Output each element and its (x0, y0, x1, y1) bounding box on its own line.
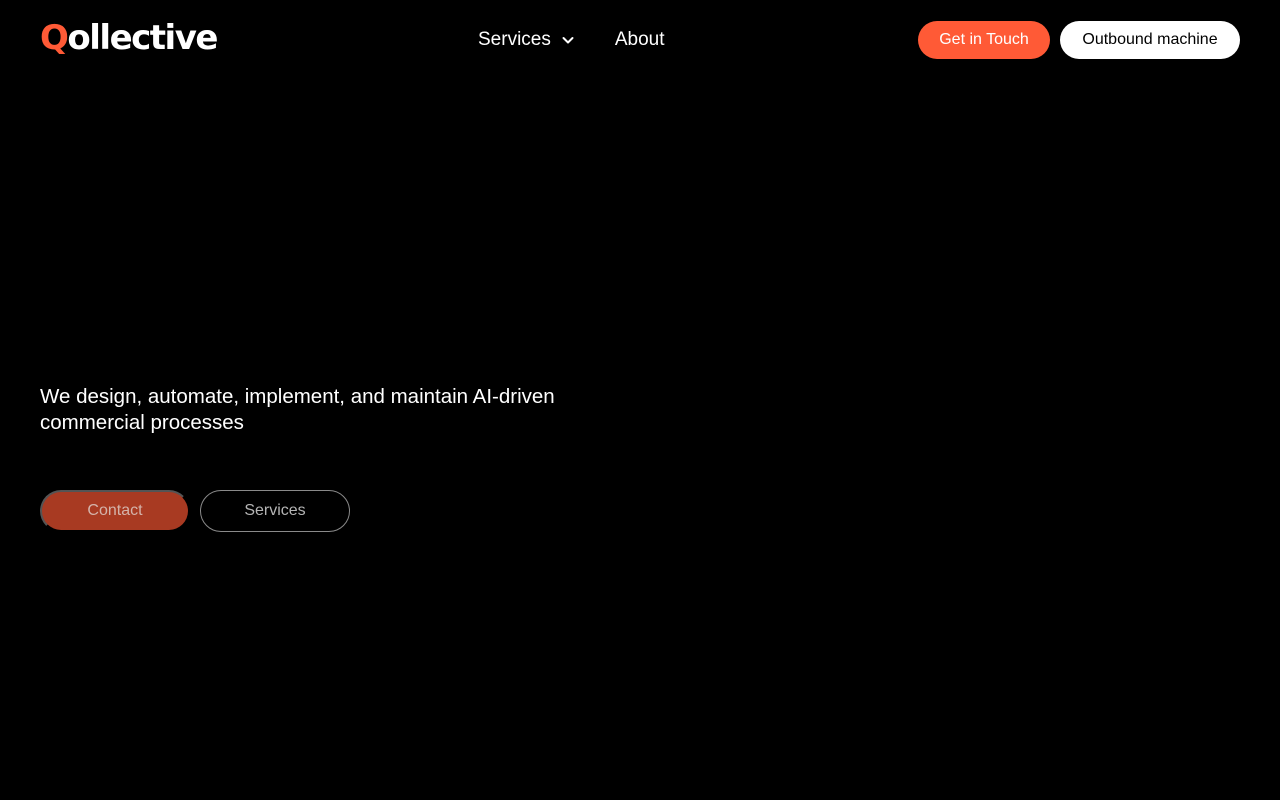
page: Qollective Services About Get in Touch O… (0, 0, 1280, 800)
nav-item-about[interactable]: About (615, 29, 665, 51)
nav-item-about-label: About (614, 29, 665, 50)
site-header: Qollective Services About Get in Touch O… (0, 0, 1280, 80)
contact-button[interactable]: Contact (40, 490, 190, 532)
get-in-touch-button[interactable]: Get in Touch (918, 21, 1050, 59)
nav-item-services-label: Services (478, 29, 551, 50)
hero-tagline: We design, automate, implement, and main… (40, 385, 555, 434)
logo-wordmark: ollective (67, 18, 218, 58)
header-actions: Get in Touch Outbound machine (918, 21, 1240, 59)
chevron-down-icon (561, 33, 575, 47)
logo[interactable]: Qollective (40, 16, 218, 60)
logo-q-letter: Q (40, 18, 69, 58)
outbound-machine-button[interactable]: Outbound machine (1060, 21, 1240, 59)
services-button[interactable]: Services (200, 490, 350, 532)
hero-actions: Contact Services (40, 490, 350, 532)
nav-item-services[interactable]: Services (478, 29, 575, 51)
hero-section: We design, automate, implement, and main… (40, 384, 660, 436)
main-nav: Services About (478, 24, 665, 56)
